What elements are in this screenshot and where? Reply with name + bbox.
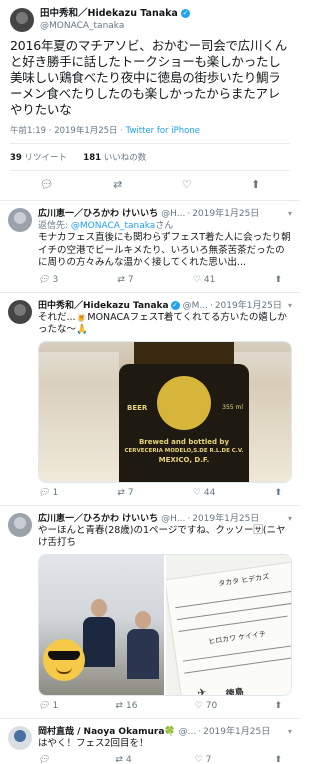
author-block[interactable]: 田中秀和／Hidekazu Tanaka ✓ @MONACA_tanaka xyxy=(40,8,190,32)
beer-bottle-photo: BEER 355 ml Brewed and bottled by CERVEC… xyxy=(39,341,291,482)
reply-button[interactable]: 💬︎ 1 xyxy=(38,488,58,498)
reply-actions: 💬︎ ⇄ 4 ♡ 7 ⬆︎ xyxy=(38,750,292,764)
source-link[interactable]: Twitter for iPhone xyxy=(126,126,200,136)
share-icon: ⬆︎ xyxy=(274,700,282,711)
avatar[interactable] xyxy=(8,725,32,750)
airplane-icon: ✈ xyxy=(196,685,208,695)
retweet-icon[interactable]: ⇄ xyxy=(113,178,122,191)
reply-text: やーほんと青春(28歳)の1ページですね、クッソー🈂(ニヤけ舌打ち xyxy=(38,524,286,549)
heart-icon: ♡ xyxy=(194,755,203,764)
reply-text: それだ...🍺MONACAフェスT着てくれてる方いたの嬉しかったな〜🙏 xyxy=(38,311,287,336)
reply-tweet[interactable]: 田中秀和／Hidekazu Tanaka ✓ @M... · 2019年1月25… xyxy=(0,293,300,506)
tweet-text: 2016年夏のマチアソビ、おかむー司会で広川くんと好き勝手に話したトークショーも… xyxy=(10,38,288,117)
retweet-button[interactable]: ⇄ 4 xyxy=(115,755,131,764)
user-handle[interactable]: @M... xyxy=(183,300,208,312)
retweet-button[interactable]: ⇄ 7 xyxy=(117,275,133,285)
display-name[interactable]: 田中秀和／Hidekazu Tanaka xyxy=(38,300,169,312)
chevron-down-icon[interactable]: ▾ xyxy=(284,300,292,312)
reply-date[interactable]: 2019年1月25日 xyxy=(192,513,259,525)
share-button[interactable]: ⬆︎ xyxy=(274,488,282,498)
main-actions: 💬︎ ⇄ ♡ ⬆︎ xyxy=(10,171,290,200)
reply-tweet[interactable]: 岡村直哉 / Naoya Okamura🍀 @... · 2019年1月25日 … xyxy=(0,719,300,764)
user-handle[interactable]: @MONACA_tanaka xyxy=(40,20,190,32)
avatar[interactable] xyxy=(8,208,32,232)
share-icon[interactable]: ⬆︎ xyxy=(251,178,260,191)
chevron-down-icon[interactable]: ▾ xyxy=(284,208,292,220)
likes-stat[interactable]: 181 いいねの数 xyxy=(83,153,146,163)
heart-icon: ♡ xyxy=(192,487,201,498)
reply-icon: 💬︎ xyxy=(38,700,50,711)
reply-text: モナカフェス直後にも関わらずフェスT着た人に会ったり朝イチの空港でビールキメたり… xyxy=(38,232,291,268)
tweet-timestamp: 午前1:19 · 2019年1月25日 · Twitter for iPhone xyxy=(10,124,290,144)
reply-actions: 💬︎ 1 ⇄ 7 ♡ 44 ⬆︎ xyxy=(38,483,292,498)
photo-two-people[interactable] xyxy=(39,554,164,695)
share-icon: ⬆︎ xyxy=(274,274,282,285)
retweet-icon: ⇄ xyxy=(115,755,123,764)
avatar[interactable] xyxy=(8,512,32,537)
display-name[interactable]: 広川恵一／ひろかわ けいいち xyxy=(38,208,158,220)
chevron-down-icon[interactable]: ▾ xyxy=(284,513,292,525)
display-name[interactable]: 岡村直哉 / Naoya Okamura🍀 xyxy=(38,726,176,738)
share-icon: ⬆︎ xyxy=(274,487,282,498)
photo-ticket[interactable]: タカタ ヒデカズ ヒロカワ ケイイチ ✈ 徳島 xyxy=(166,554,291,695)
retweets-stat[interactable]: 39 リツイート xyxy=(10,153,67,163)
share-icon: ⬆︎ xyxy=(274,755,282,764)
retweet-icon: ⇄ xyxy=(115,700,123,711)
verified-badge-icon: ✓ xyxy=(170,301,180,310)
reply-tweet[interactable]: 広川恵一／ひろかわ けいいち @H... · 2019年1月25日 ▾ やーほん… xyxy=(0,506,300,719)
avatar[interactable] xyxy=(8,299,32,324)
reply-to-handle[interactable]: @MONACA_tanaka xyxy=(71,221,155,231)
reply-icon: 💬︎ xyxy=(38,487,50,498)
reply-to-line: 返信先: @MONACA_tanakaさん xyxy=(38,221,174,231)
tweet-photos: タカタ ヒデカズ ヒロカワ ケイイチ ✈ 徳島 xyxy=(38,553,292,696)
reply-tweet[interactable]: 広川恵一／ひろかわ けいいち @H... · 2019年1月25日 ▾ 返信先:… xyxy=(0,201,300,293)
share-button[interactable]: ⬆︎ xyxy=(274,275,282,285)
reply-button[interactable]: 💬︎ xyxy=(38,755,52,764)
display-name[interactable]: 広川恵一／ひろかわ けいいち xyxy=(38,513,158,525)
like-button[interactable]: ♡ 70 xyxy=(195,701,218,711)
chevron-down-icon[interactable]: ▾ xyxy=(284,726,292,738)
share-button[interactable]: ⬆︎ xyxy=(274,755,282,764)
main-tweet: 田中秀和／Hidekazu Tanaka ✓ @MONACA_tanaka 20… xyxy=(0,0,300,201)
heart-icon: ♡ xyxy=(192,274,201,285)
retweet-icon: ⇄ xyxy=(117,487,125,498)
reply-actions: 💬︎ 3 ⇄ 7 ♡ 41 ⬆︎ xyxy=(38,270,292,285)
like-button[interactable]: ♡ 7 xyxy=(195,755,212,764)
timestamp-text[interactable]: 午前1:19 · 2019年1月25日 xyxy=(10,126,118,136)
sunglasses-emoji-icon xyxy=(43,638,85,681)
reply-date[interactable]: 2019年1月25日 xyxy=(215,300,282,312)
reply-date[interactable]: 2019年1月25日 xyxy=(203,726,270,738)
reply-icon: 💬︎ xyxy=(38,274,50,285)
reply-header: 広川恵一／ひろかわ けいいち @H... · 2019年1月25日 ▾ xyxy=(38,513,292,525)
main-tweet-header: 田中秀和／Hidekazu Tanaka ✓ @MONACA_tanaka xyxy=(10,8,290,32)
avatar[interactable] xyxy=(10,8,34,32)
reply-button[interactable]: 💬︎ 1 xyxy=(38,701,58,711)
tweet-photo[interactable]: BEER 355 ml Brewed and bottled by CERVEC… xyxy=(38,340,292,483)
heart-icon: ♡ xyxy=(194,700,203,711)
display-name[interactable]: 田中秀和／Hidekazu Tanaka xyxy=(40,8,178,19)
reply-header: 岡村直哉 / Naoya Okamura🍀 @... · 2019年1月25日 … xyxy=(38,726,292,738)
reply-text: はやく！フェス2回目を！ xyxy=(38,737,149,749)
share-button[interactable]: ⬆︎ xyxy=(274,701,282,711)
tweet-stats: 39 リツイート 181 いいねの数 xyxy=(10,144,290,171)
verified-badge-icon: ✓ xyxy=(180,9,190,18)
retweet-icon: ⇄ xyxy=(117,274,125,285)
like-button[interactable]: ♡ 41 xyxy=(193,275,216,285)
reply-header: 広川恵一／ひろかわ けいいち @H... · 2019年1月25日 ▾ xyxy=(38,208,292,220)
user-handle[interactable]: @... xyxy=(179,726,197,738)
user-handle[interactable]: @H... xyxy=(161,208,185,220)
retweet-button[interactable]: ⇄ 16 xyxy=(115,701,137,711)
bottle-label: BEER 355 ml Brewed and bottled by CERVEC… xyxy=(119,363,249,482)
reply-icon: 💬︎ xyxy=(38,755,50,764)
reply-date[interactable]: 2019年1月25日 xyxy=(192,208,259,220)
reply-button[interactable]: 💬︎ 3 xyxy=(38,275,58,285)
reply-icon[interactable]: 💬︎ xyxy=(40,178,54,191)
user-handle[interactable]: @H... xyxy=(161,513,185,525)
crown-seal xyxy=(157,375,211,430)
retweet-button[interactable]: ⇄ 7 xyxy=(117,488,133,498)
heart-icon[interactable]: ♡ xyxy=(182,178,192,191)
reply-actions: 💬︎ 1 ⇄ 16 ♡ 70 ⬆︎ xyxy=(38,696,292,711)
like-button[interactable]: ♡ 44 xyxy=(193,488,216,498)
reply-header: 田中秀和／Hidekazu Tanaka ✓ @M... · 2019年1月25… xyxy=(38,300,292,312)
